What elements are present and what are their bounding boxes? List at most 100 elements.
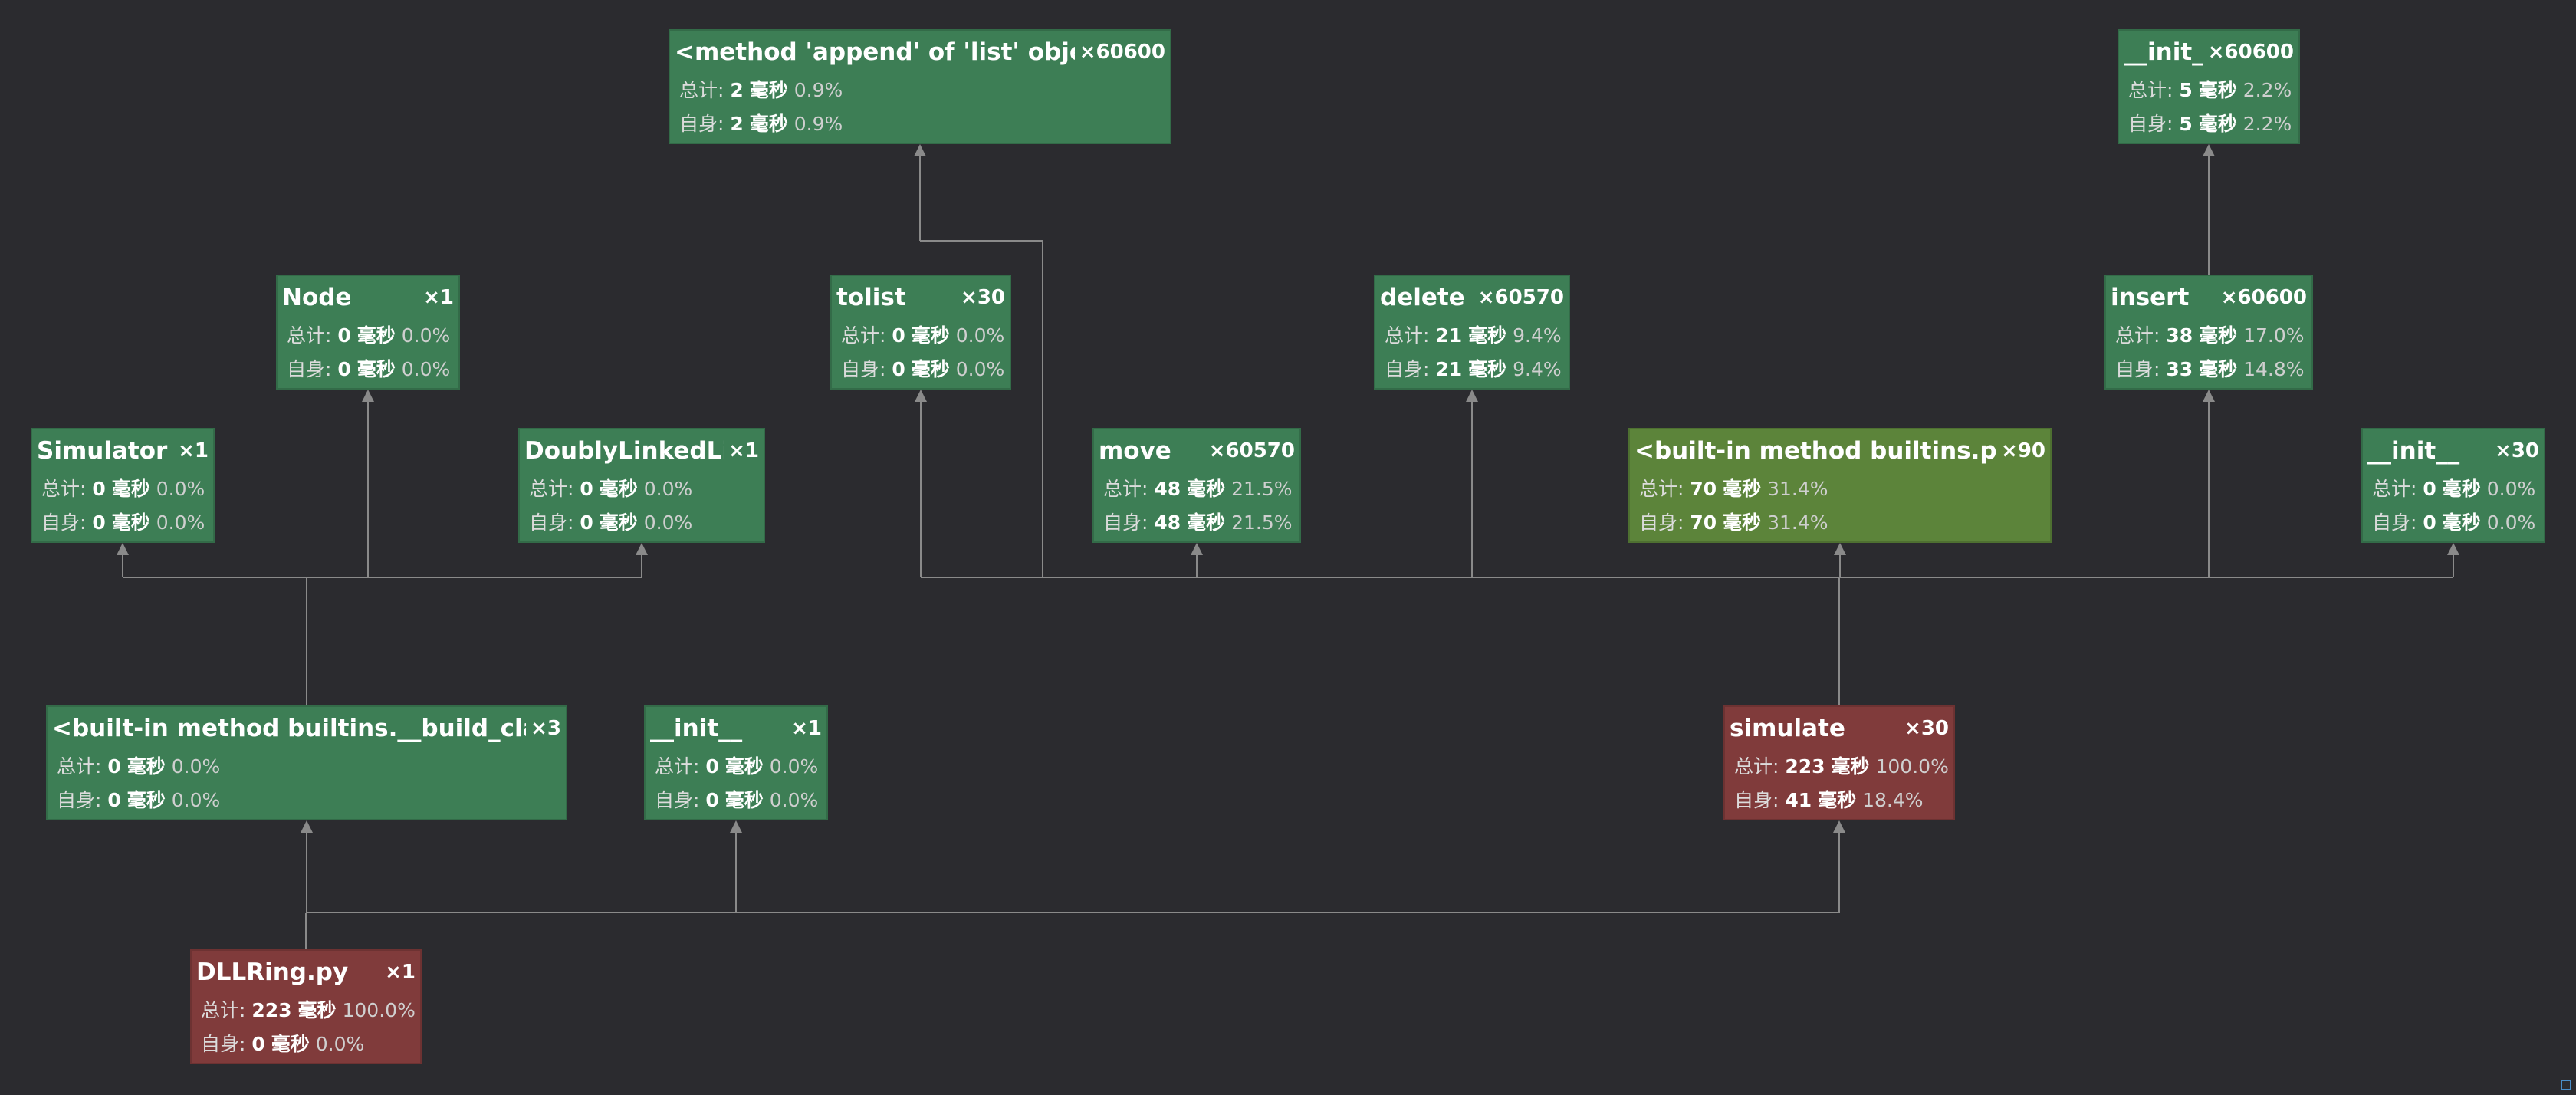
edge-arrowhead bbox=[2447, 543, 2459, 555]
node-name: simulate bbox=[1730, 715, 1845, 742]
total-label: 总计: bbox=[1639, 478, 1684, 500]
time-unit: 毫秒 bbox=[911, 358, 950, 380]
time-unit: 毫秒 bbox=[724, 755, 764, 778]
node-total-row: 总计: 223 毫秒 100.0% bbox=[1730, 750, 1949, 784]
node-header: move ×60570 bbox=[1099, 429, 1295, 472]
node-self-row: 自身: 41 毫秒 18.4% bbox=[1730, 784, 1949, 817]
total-percent: 100.0% bbox=[1875, 755, 1949, 778]
self-percent: 31.4% bbox=[1767, 511, 1829, 534]
node-init-sim[interactable]: __init__ ×30 总计: 0 毫秒 0.0% 自身: 0 毫秒 0.0% bbox=[2361, 428, 2545, 543]
total-percent: 17.0% bbox=[2243, 324, 2305, 347]
self-percent: 0.0% bbox=[955, 358, 1005, 380]
time-unit: 毫秒 bbox=[2199, 324, 2238, 347]
edge-arrowhead bbox=[1191, 543, 1203, 555]
node-total-row: 总计: 0 毫秒 0.0% bbox=[650, 750, 822, 784]
total-percent: 0.0% bbox=[2486, 478, 2536, 500]
edge-arrowhead bbox=[1834, 543, 1846, 555]
self-percent: 2.2% bbox=[2242, 113, 2292, 135]
node-name: Node bbox=[282, 284, 352, 311]
total-label: 总计: bbox=[1734, 755, 1779, 778]
node-simulator[interactable]: Simulator ×1 总计: 0 毫秒 0.0% 自身: 0 毫秒 0.0% bbox=[31, 428, 215, 543]
self-percent: 18.4% bbox=[1862, 789, 1924, 811]
call-graph: <method 'append' of 'list' objects>×6060… bbox=[0, 0, 2576, 1095]
node-init-root[interactable]: __init__ ×1 总计: 0 毫秒 0.0% 自身: 0 毫秒 0.0% bbox=[644, 705, 828, 820]
self-time: 5 bbox=[2179, 113, 2193, 135]
time-unit: 毫秒 bbox=[111, 511, 150, 534]
self-percent: 21.5% bbox=[1231, 511, 1293, 534]
total-label: 总计: bbox=[201, 999, 246, 1021]
node-name: tolist bbox=[836, 284, 906, 311]
total-label: 总计: bbox=[841, 324, 886, 347]
edge-arrowhead bbox=[636, 543, 648, 555]
node-self-row: 自身: 0 毫秒 0.0% bbox=[282, 353, 454, 386]
node-build-class[interactable]: <built-in method builtins.__build_class_… bbox=[46, 705, 567, 820]
total-time: 0 bbox=[705, 755, 719, 778]
node-node[interactable]: Node ×1 总计: 0 毫秒 0.0% 自身: 0 毫秒 0.0% bbox=[276, 275, 460, 390]
self-label: 自身: bbox=[201, 1033, 246, 1055]
time-unit: 毫秒 bbox=[1723, 511, 1762, 534]
node-call-count: ×90 bbox=[2001, 439, 2045, 462]
node-self-row: 自身: 0 毫秒 0.0% bbox=[2367, 506, 2539, 540]
node-total-row: 总计: 70 毫秒 31.4% bbox=[1635, 472, 2045, 506]
node-self-row: 自身: 70 毫秒 31.4% bbox=[1635, 506, 2045, 540]
node-insert[interactable]: insert ×60600 总计: 38 毫秒 17.0% 自身: 33 毫秒 14.… bbox=[2104, 275, 2313, 390]
node-call-count: ×1 bbox=[178, 439, 209, 462]
node-append[interactable]: <method 'append' of 'list' objects>×6060… bbox=[669, 29, 1171, 144]
node-move[interactable]: move ×60570 总计: 48 毫秒 21.5% 自身: 48 毫秒 21.5% bbox=[1092, 428, 1301, 543]
node-name: DLLRing.py bbox=[196, 959, 349, 986]
total-percent: 31.4% bbox=[1767, 478, 1829, 500]
self-label: 自身: bbox=[1639, 511, 1684, 534]
node-header: Node ×1 bbox=[282, 276, 454, 319]
self-time: 41 bbox=[1785, 789, 1812, 811]
node-total-row: 总计: 48 毫秒 21.5% bbox=[1099, 472, 1295, 506]
self-time: 33 bbox=[2166, 358, 2193, 380]
self-label: 自身: bbox=[2128, 113, 2174, 135]
node-self-row: 自身: 0 毫秒 0.0% bbox=[524, 506, 759, 540]
self-time: 48 bbox=[1154, 511, 1181, 534]
node-simulate[interactable]: simulate ×30 总计: 223 毫秒 100.0% 自身: 41 毫秒 18… bbox=[1723, 705, 1955, 820]
time-unit: 毫秒 bbox=[911, 324, 950, 347]
self-percent: 0.0% bbox=[643, 511, 693, 534]
node-call-count: ×30 bbox=[2495, 439, 2539, 462]
node-call-count: ×1 bbox=[728, 439, 759, 462]
total-time: 0 bbox=[337, 324, 351, 347]
node-total-row: 总计: 0 毫秒 0.0% bbox=[836, 319, 1005, 353]
fit-view-icon[interactable] bbox=[2561, 1080, 2571, 1090]
node-call-count: ×30 bbox=[1904, 717, 1949, 740]
node-header: insert ×60600 bbox=[2111, 276, 2307, 319]
self-label: 自身: bbox=[841, 358, 886, 380]
node-tolist[interactable]: tolist ×30 总计: 0 毫秒 0.0% 自身: 0 毫秒 0.0% bbox=[830, 275, 1011, 390]
self-percent: 0.0% bbox=[2486, 511, 2536, 534]
total-percent: 2.2% bbox=[2242, 79, 2292, 101]
node-init-insert[interactable]: __init__×60600总计: 5 毫秒 2.2%自身: 5 毫秒 2.2% bbox=[2118, 29, 2300, 144]
time-unit: 毫秒 bbox=[1818, 789, 1857, 811]
total-percent: 0.0% bbox=[156, 478, 205, 500]
node-self-row: 自身: 33 毫秒 14.8% bbox=[2111, 353, 2307, 386]
node-name: __init__ bbox=[650, 715, 743, 742]
time-unit: 毫秒 bbox=[2442, 478, 2481, 500]
total-percent: 0.9% bbox=[794, 79, 843, 101]
self-percent: 0.0% bbox=[171, 789, 221, 811]
total-label: 总计: bbox=[529, 478, 574, 500]
node-dll[interactable]: DoublyLinkedList×1总计: 0 毫秒 0.0%自身: 0 毫秒 … bbox=[518, 428, 765, 543]
node-root[interactable]: DLLRing.py ×1 总计: 223 毫秒 100.0% 自身: 0 毫秒 0.… bbox=[190, 949, 422, 1064]
node-header: __init__ ×1 bbox=[650, 707, 822, 750]
self-label: 自身: bbox=[41, 511, 87, 534]
time-unit: 毫秒 bbox=[2198, 113, 2237, 135]
time-unit: 毫秒 bbox=[1187, 511, 1226, 534]
node-delete[interactable]: delete ×60570 总计: 21 毫秒 9.4% 自身: 21 毫秒 9.4% bbox=[1374, 275, 1570, 390]
self-label: 自身: bbox=[2372, 511, 2417, 534]
total-time: 223 bbox=[251, 999, 292, 1021]
node-header: <method 'append' of 'list' objects>×6060… bbox=[675, 31, 1165, 74]
self-percent: 0.0% bbox=[156, 511, 205, 534]
edge-arrowhead bbox=[730, 820, 742, 833]
total-time: 5 bbox=[2179, 79, 2193, 101]
total-label: 总计: bbox=[41, 478, 87, 500]
node-total-row: 总计: 223 毫秒 100.0% bbox=[196, 994, 416, 1028]
total-percent: 9.4% bbox=[1513, 324, 1562, 347]
total-time: 48 bbox=[1154, 478, 1181, 500]
time-unit: 毫秒 bbox=[2442, 511, 2481, 534]
node-print[interactable]: <built-in method builtins.print>×90总计: 7… bbox=[1628, 428, 2052, 543]
call-edges bbox=[117, 144, 2459, 949]
node-total-row: 总计: 0 毫秒 0.0% bbox=[524, 472, 759, 506]
